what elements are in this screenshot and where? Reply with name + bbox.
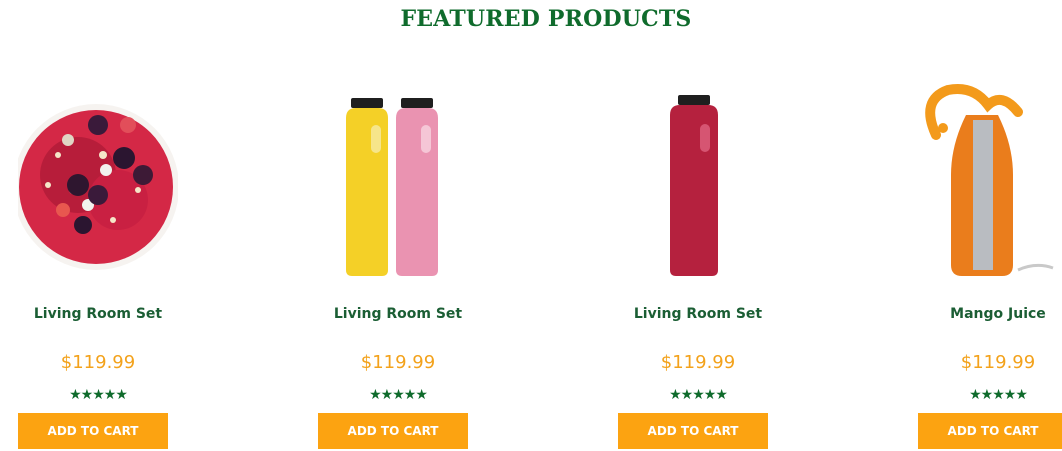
product-name[interactable]: Living Room Set xyxy=(0,306,198,322)
star-rating: ★★★★★ xyxy=(669,386,728,402)
product-name[interactable]: Mango Juice xyxy=(898,306,1062,322)
star-rating: ★★★★★ xyxy=(969,386,1028,402)
add-to-cart-button[interactable]: ADD TO CART xyxy=(618,413,768,449)
juice-bottles-illustration xyxy=(346,98,438,276)
add-to-cart-button[interactable]: ADD TO CART xyxy=(18,413,168,449)
product-price: $119.99 xyxy=(60,352,136,373)
smoothie-bowl-illustration xyxy=(18,104,178,270)
star-rating: ★★★★★ xyxy=(69,386,128,402)
product-image-red-juice-bottle[interactable] xyxy=(618,80,778,280)
product-name[interactable]: Living Room Set xyxy=(598,306,798,322)
product-card: Mango Juice $119.99 ★★★★★ ADD TO CART xyxy=(918,80,1062,451)
red-juice-bottle-illustration xyxy=(670,95,718,276)
add-to-cart-button[interactable]: ADD TO CART xyxy=(318,413,468,449)
product-image-berry-smoothie-bowl[interactable] xyxy=(18,80,178,280)
product-card: Living Room Set $119.99 ★★★★★ ADD TO CAR… xyxy=(18,80,178,451)
star-rating: ★★★★★ xyxy=(369,386,428,402)
mango-juice-bottle-illustration xyxy=(925,84,1054,276)
product-price: $119.99 xyxy=(960,352,1036,373)
add-to-cart-button[interactable]: ADD TO CART xyxy=(918,413,1062,449)
product-card: Living Room Set $119.99 ★★★★★ ADD TO CAR… xyxy=(618,80,778,451)
product-price: $119.99 xyxy=(660,352,736,373)
product-grid: Living Room Set $119.99 ★★★★★ ADD TO CAR… xyxy=(0,80,1062,451)
product-image-mango-juice-splash-bottle[interactable] xyxy=(918,80,1062,280)
product-name[interactable]: Living Room Set xyxy=(298,306,498,322)
section-title: FEATURED PRODUCTS xyxy=(400,6,692,32)
product-image-yellow-and-pink-juice-bottles[interactable] xyxy=(318,80,478,280)
product-price: $119.99 xyxy=(360,352,436,373)
product-card: Living Room Set $119.99 ★★★★★ ADD TO CAR… xyxy=(318,80,478,451)
